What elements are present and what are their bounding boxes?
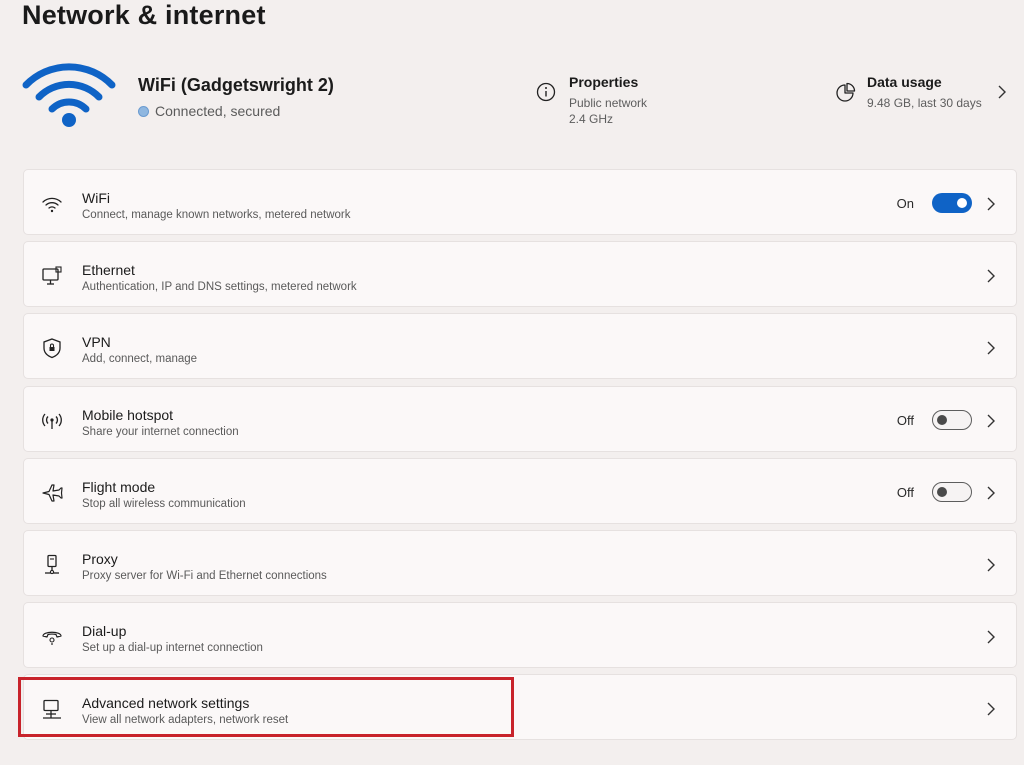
toggle-state-label: On [896, 196, 914, 211]
connection-status-text: Connected, secured [155, 103, 281, 119]
wifi-large-icon [22, 63, 116, 127]
row-subtitle: Authentication, IP and DNS settings, met… [82, 281, 357, 293]
chevron-right-icon [987, 558, 995, 572]
row-subtitle: Proxy server for Wi-Fi and Ethernet conn… [82, 570, 327, 582]
shield-icon [43, 338, 61, 359]
chevron-right-icon [987, 341, 995, 355]
network-adapter-icon [43, 699, 61, 719]
row-title: VPN [82, 334, 111, 350]
page-title: Network & internet [22, 0, 266, 30]
wifi-toggle[interactable] [932, 193, 972, 213]
row-dial-up[interactable]: Dial-up Set up a dial-up internet connec… [23, 602, 1017, 668]
data-usage-amount: 9.48 GB, last 30 days [867, 96, 982, 110]
toggle-state-label: Off [896, 485, 914, 500]
toggle-state-label: Off [896, 413, 914, 428]
pie-chart-icon [836, 82, 856, 102]
chevron-right-icon [987, 414, 995, 428]
network-profile: Public network [569, 96, 648, 110]
row-subtitle: View all network adapters, network reset [82, 714, 289, 726]
row-mobile-hotspot[interactable]: Mobile hotspot Share your internet conne… [23, 386, 1017, 452]
dialup-icon [42, 631, 62, 645]
info-icon [536, 82, 556, 102]
row-ethernet[interactable]: Ethernet Authentication, IP and DNS sett… [23, 241, 1017, 307]
hotspot-icon [42, 413, 62, 429]
row-subtitle: Stop all wireless communication [82, 498, 246, 510]
wifi-icon [42, 197, 62, 213]
network-name: WiFi (Gadgetswright 2) [138, 75, 334, 95]
chevron-right-icon [987, 486, 995, 500]
row-title: Flight mode [82, 479, 156, 495]
row-subtitle: Connect, manage known networks, metered … [82, 209, 351, 221]
airplane-icon [42, 484, 63, 502]
properties-title: Properties [569, 74, 639, 90]
chevron-right-icon [998, 85, 1006, 99]
row-flight-mode[interactable]: Flight mode Stop all wireless communicat… [23, 458, 1017, 524]
globe-icon [138, 105, 149, 117]
row-proxy[interactable]: Proxy Proxy server for Wi-Fi and Etherne… [23, 530, 1017, 596]
mobile-hotspot-toggle[interactable] [932, 410, 972, 430]
network-band: 2.4 GHz [569, 112, 614, 126]
proxy-icon [45, 554, 59, 575]
row-title: Ethernet [82, 262, 135, 278]
row-title: Dial-up [82, 623, 127, 639]
chevron-right-icon [987, 197, 995, 211]
chevron-right-icon [987, 630, 995, 644]
chevron-right-icon [987, 702, 995, 716]
connection-status: Connected, secured [138, 103, 280, 119]
chevron-right-icon [987, 269, 995, 283]
row-title: WiFi [82, 190, 110, 206]
row-wifi[interactable]: WiFi Connect, manage known networks, met… [23, 169, 1017, 235]
row-title: Mobile hotspot [82, 407, 174, 423]
row-subtitle: Add, connect, manage [82, 353, 198, 365]
ethernet-icon [42, 266, 62, 285]
flight-mode-toggle[interactable] [932, 482, 972, 502]
row-subtitle: Share your internet connection [82, 426, 239, 438]
row-vpn[interactable]: VPN Add, connect, manage [23, 313, 1017, 379]
data-usage-link[interactable]: Data usage 9.48 GB, last 30 days [834, 74, 1014, 124]
data-usage-title: Data usage [867, 74, 942, 90]
row-subtitle: Set up a dial-up internet connection [82, 642, 263, 654]
row-title: Advanced network settings [82, 695, 250, 711]
row-advanced-network-settings[interactable]: Advanced network settings View all netwo… [23, 674, 1017, 740]
row-title: Proxy [82, 551, 118, 567]
